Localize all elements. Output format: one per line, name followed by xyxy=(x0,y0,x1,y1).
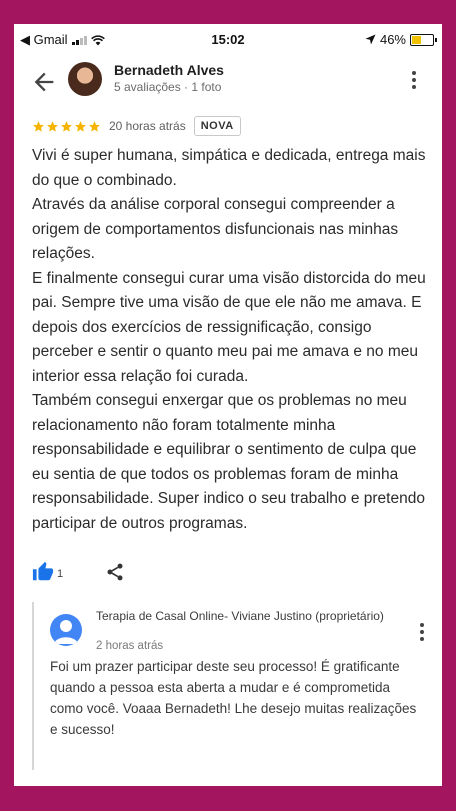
location-arrow-icon xyxy=(365,34,376,45)
more-vert-icon[interactable] xyxy=(406,66,422,94)
battery-level-fill xyxy=(412,35,421,44)
reviewer-meta: 5 avaliações · 1 foto xyxy=(114,80,222,94)
battery-icon xyxy=(410,33,437,46)
review-paragraph: E finalmente consegui curar uma visão di… xyxy=(32,269,426,385)
star-icon xyxy=(75,120,86,132)
like-count: 1 xyxy=(57,568,64,580)
new-badge: NOVA xyxy=(193,116,241,136)
battery-percent: 46% xyxy=(379,32,406,47)
review-paragraph: Vivi é super humana, simpática e dedicad… xyxy=(32,147,426,189)
review-time: 20 horas atrás xyxy=(109,119,186,133)
star-icon xyxy=(33,120,44,132)
back-arrow-icon[interactable] xyxy=(30,68,58,96)
phone-screen: ◀ Gmail 15:02 46% Bernadeth Alves 5 aval… xyxy=(14,24,442,786)
owner-name: Terapia de Casal Online- Viviane Justino… xyxy=(96,609,384,623)
star-icon xyxy=(89,120,100,132)
star-icon xyxy=(61,120,72,132)
review-paragraph: Também consegui enxergar que os problema… xyxy=(32,392,425,532)
person-icon xyxy=(54,620,78,644)
owner-avatar[interactable] xyxy=(50,614,82,646)
star-rating xyxy=(32,120,101,133)
review-actions: 1 xyxy=(32,561,125,583)
owner-reply-text: Foi um prazer participar deste seu proce… xyxy=(50,659,417,737)
review-paragraph: Através da análise corporal consegui com… xyxy=(32,196,399,262)
reviewer-name[interactable]: Bernadeth Alves xyxy=(114,62,224,78)
share-icon[interactable] xyxy=(105,562,125,582)
review-header: Bernadeth Alves 5 avaliações · 1 foto xyxy=(14,58,442,110)
more-vert-icon[interactable] xyxy=(414,618,430,646)
owner-reply: Terapia de Casal Online- Viviane Justino… xyxy=(32,602,430,770)
star-icon xyxy=(47,120,58,132)
status-right: 46% xyxy=(365,32,437,47)
rating-row: 20 horas atrás NOVA xyxy=(32,116,241,136)
review-text: Vivi é super humana, simpática e dedicad… xyxy=(32,144,428,536)
status-bar: ◀ Gmail 15:02 46% xyxy=(14,24,442,54)
thumbs-up-icon[interactable] xyxy=(32,561,54,583)
owner-reply-time: 2 horas atrás xyxy=(96,640,164,652)
reviewer-avatar[interactable] xyxy=(68,62,102,96)
